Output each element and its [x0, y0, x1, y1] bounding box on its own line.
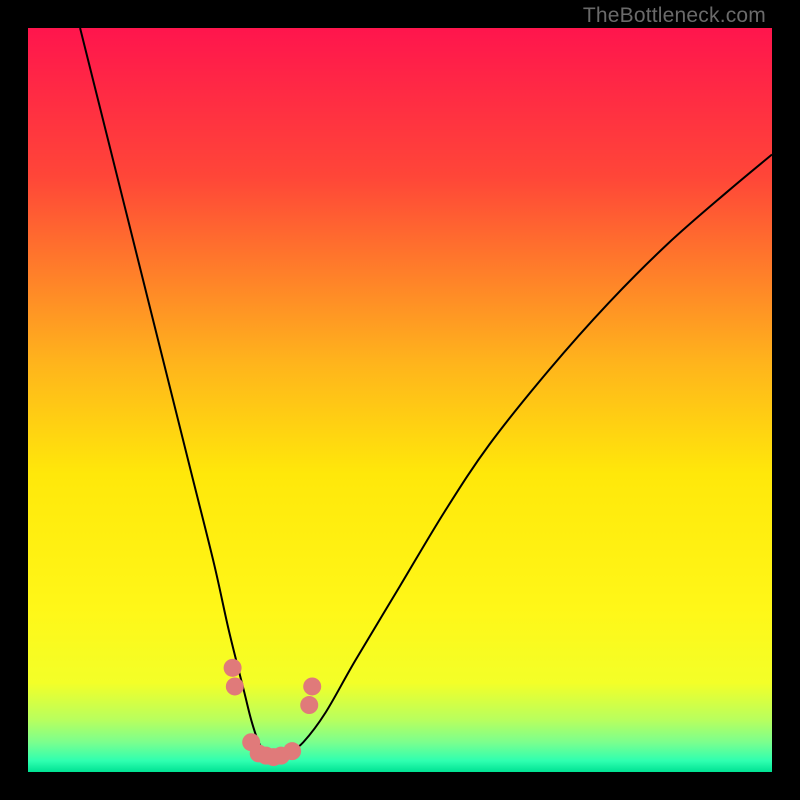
watermark-text: TheBottleneck.com	[583, 4, 766, 28]
highlight-point	[283, 742, 301, 760]
highlight-point	[300, 696, 318, 714]
chart-frame	[28, 28, 772, 772]
highlight-point	[224, 659, 242, 677]
gradient-background	[28, 28, 772, 772]
highlight-point	[226, 677, 244, 695]
bottleneck-chart	[28, 28, 772, 772]
highlight-point	[303, 677, 321, 695]
